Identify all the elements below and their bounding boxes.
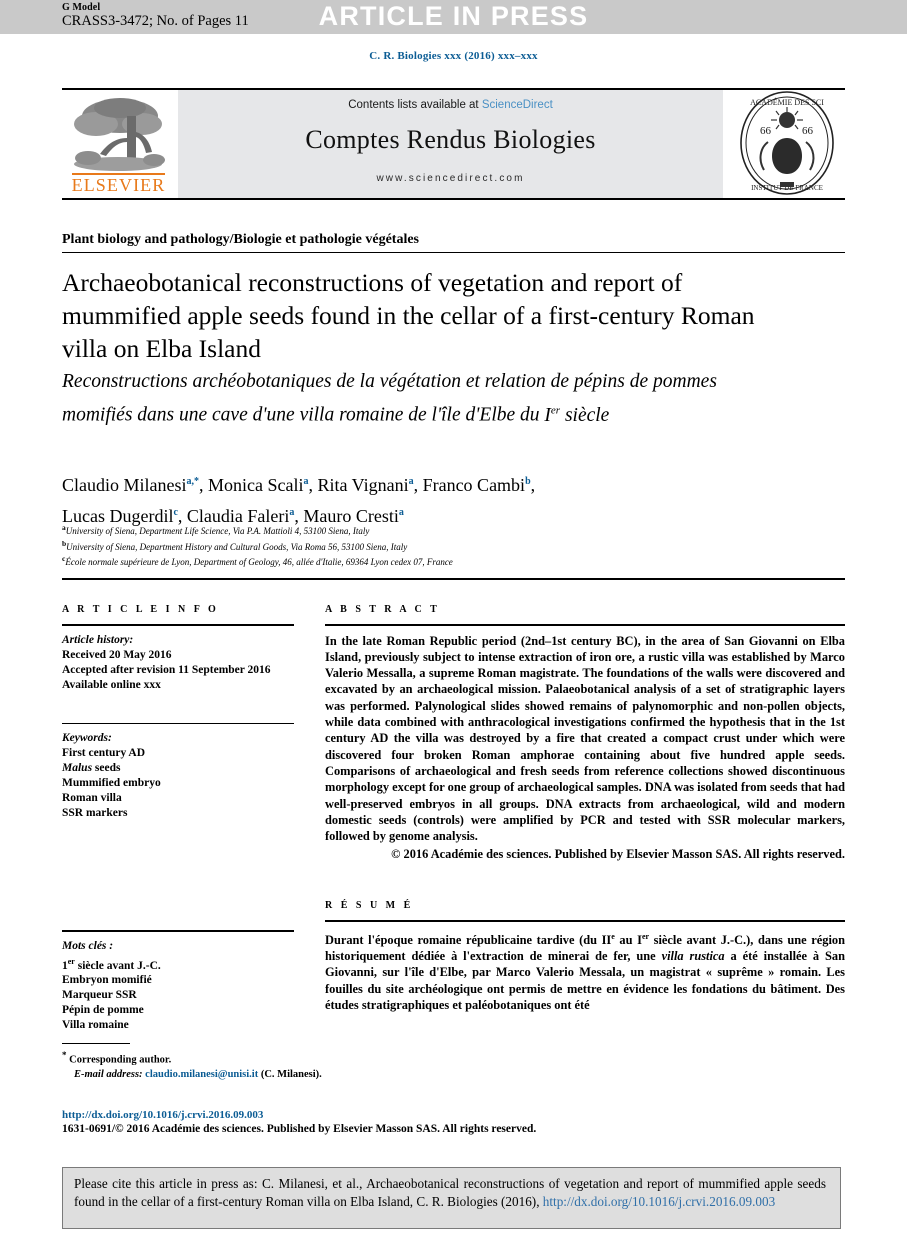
affiliation-item: aUniversity of Siena, Department Life Sc… xyxy=(62,523,370,536)
page-title: Archaeobotanical reconstructions of vege… xyxy=(62,268,755,363)
keyword-item: SSR markers xyxy=(62,807,128,820)
corresponding-author-label: Corresponding author. xyxy=(69,1054,172,1066)
elsevier-logo: ELSEVIER xyxy=(62,90,175,198)
author-entry[interactable]: Claudio Milanesia,* xyxy=(62,475,199,495)
footer-copyright: 1631-0691/© 2016 Académie des sciences. … xyxy=(62,1123,537,1135)
keyword-item: Malus seeds xyxy=(62,762,121,775)
resume-column: R É S U M É Durant l'époque romaine répu… xyxy=(325,900,845,1013)
keyword-item: Roman villa xyxy=(62,792,122,805)
keywords-list: First century AD Malus seeds Mummified e… xyxy=(62,746,294,821)
article-info-heading: A R T I C L E I N F O xyxy=(62,604,219,615)
mots-cles-rule xyxy=(62,930,294,932)
page-title-french: Reconstructions archéobotaniques de la v… xyxy=(62,368,762,430)
footnote-star: * xyxy=(62,1050,67,1060)
contents-prefix: Contents lists available at xyxy=(348,99,482,111)
history-item: Available online xxx xyxy=(62,678,161,691)
svg-text:66: 66 xyxy=(760,125,772,137)
mot-cle-item: Villa romaine xyxy=(62,1019,129,1032)
footnote-rule xyxy=(62,1043,130,1045)
sciencedirect-link[interactable]: ScienceDirect xyxy=(482,99,553,111)
abstract-heading: A B S T R A C T xyxy=(325,604,440,615)
mots-cles-list: 1er siècle avant J.-C. Embryon momifié M… xyxy=(62,954,294,1034)
academie-des-sciences-seal-icon: ACADÉMIE DES SCI INSTITUT DE FRANCE 66 6… xyxy=(740,91,834,195)
email-address-label: E-mail address: xyxy=(74,1068,143,1080)
title-fr-line3: Ier siècle xyxy=(544,404,610,426)
journal-masthead: Contents lists available at ScienceDirec… xyxy=(62,88,845,200)
section-rule xyxy=(62,252,845,253)
history-item: Received 20 May 2016 xyxy=(62,648,172,661)
history-item: Accepted after revision 11 September 201… xyxy=(62,663,271,676)
mot-cle-item: Pépin de pomme xyxy=(62,1004,144,1017)
affiliations-rule xyxy=(62,578,845,580)
abstract-copyright: © 2016 Académie des sciences. Published … xyxy=(391,847,845,862)
journal-title: Comptes Rendus Biologies xyxy=(305,125,596,154)
email-owner: (C. Milanesi). xyxy=(260,1068,322,1080)
corresponding-author-footnote: * Corresponding author. E-mail address: … xyxy=(62,1048,562,1082)
resume-heading: R É S U M É xyxy=(325,900,414,911)
corresponding-email-link[interactable]: claudio.milanesi@unisi.it xyxy=(145,1069,258,1080)
resume-rule xyxy=(325,920,845,922)
affiliation-item: bUniversity of Siena, Department History… xyxy=(62,538,408,552)
mots-cles-label: Mots clés : xyxy=(62,939,114,952)
article-history-label: Article history: xyxy=(62,633,134,646)
article-history-list: Received 20 May 2016 Accepted after revi… xyxy=(62,648,294,693)
affiliation-item: cÉcole normale supérieure de Lyon, Depar… xyxy=(62,554,453,567)
svg-text:66: 66 xyxy=(802,125,814,137)
resume-text: Durant l'époque romaine républicaine tar… xyxy=(325,931,846,1012)
masthead-center: Contents lists available at ScienceDirec… xyxy=(178,90,723,198)
sciencedirect-url[interactable]: www.sciencedirect.com xyxy=(376,173,524,184)
abstract-rule xyxy=(325,624,845,626)
mot-cle-item: Embryon momifié xyxy=(62,974,152,987)
mots-cles-block: Mots clés : 1er siècle avant J.-C. Embry… xyxy=(62,930,294,1033)
keyword-item: Mummified embryo xyxy=(62,777,161,790)
author-entry[interactable]: Rita Vignania xyxy=(317,475,413,495)
cite-doi-link[interactable]: http://dx.doi.org/10.1016/j.crvi.2016.09… xyxy=(543,1194,775,1209)
contents-available-line: Contents lists available at ScienceDirec… xyxy=(348,99,553,111)
masthead-bottom-rule xyxy=(62,198,845,200)
article-info-column: A R T I C L E I N F O Article history: R… xyxy=(62,604,294,821)
elsevier-wordmark: ELSEVIER xyxy=(71,175,166,195)
cite-article-text: Please cite this article in press as: C.… xyxy=(74,1176,826,1209)
elsevier-tree-icon xyxy=(74,98,165,171)
article-in-press-text: ARTICLE IN PRESS xyxy=(318,1,589,31)
keywords-block: Keywords: First century AD Malus seeds M… xyxy=(62,722,294,822)
author-entry[interactable]: Franco Cambib xyxy=(423,475,531,495)
keyword-item: First century AD xyxy=(62,747,146,760)
doi-link[interactable]: http://dx.doi.org/10.1016/j.crvi.2016.09… xyxy=(62,1108,263,1122)
cite-article-box: Please cite this article in press as: C.… xyxy=(62,1167,841,1229)
abstract-text: In the late Roman Republic period (2nd–1… xyxy=(325,633,845,844)
keywords-rule xyxy=(62,722,294,725)
author-entry[interactable]: Monica Scalia xyxy=(208,475,308,495)
section-heading: Plant biology and pathology/Biologie et … xyxy=(62,232,420,247)
journal-reference: C. R. Biologies xxx (2016) xxx–xxx xyxy=(369,50,538,62)
article-info-rule xyxy=(62,624,294,626)
mot-cle-item: Marqueur SSR xyxy=(62,989,137,1002)
svg-text:ACADÉMIE DES SCI: ACADÉMIE DES SCI xyxy=(750,97,824,107)
mot-cle-item: 1er siècle avant J.-C. xyxy=(62,956,161,972)
affiliation-list: aUniversity of Siena, Department Life Sc… xyxy=(62,522,802,569)
academy-seal-box: ACADÉMIE DES SCI INSTITUT DE FRANCE 66 6… xyxy=(726,90,845,198)
keywords-label: Keywords: xyxy=(62,732,112,745)
author-list: Claudio Milanesia,*, Monica Scalia, Rita… xyxy=(62,475,536,526)
title-fr-line1: Reconstructions archéobotaniques de la v… xyxy=(62,371,625,392)
abstract-column: A B S T R A C T In the late Roman Republ… xyxy=(325,604,845,863)
